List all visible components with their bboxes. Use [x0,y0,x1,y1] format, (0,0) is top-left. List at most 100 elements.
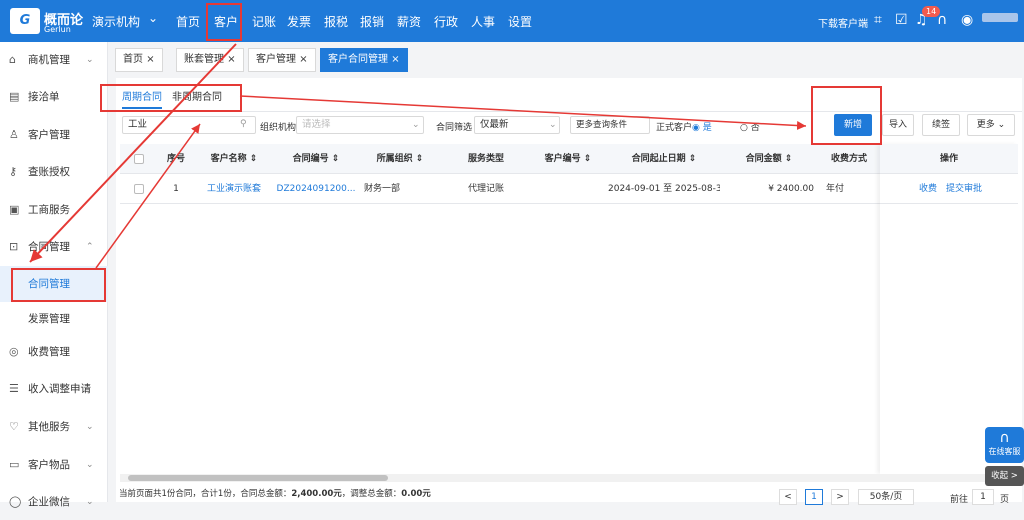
coin-icon: ◎ [9,345,19,358]
nav-reimburse[interactable]: 报销 [360,13,384,30]
tab-label: 客户管理 [256,54,296,65]
sidebar-item-label: 收费管理 [28,346,70,358]
user-icon: ♙ [9,128,19,141]
col-customer-no[interactable]: 客户编号 ⇕ [528,144,608,174]
formal-customer-label: 正式客户 [656,123,693,133]
col-label: 客户名称 [210,154,247,164]
sidebar-item-income-adjust[interactable]: ☰ 收入调整申请 [0,371,108,407]
next-page-button[interactable]: > [831,489,849,505]
cell-pay: 年付 [826,184,845,194]
col-label: 合同编号 [292,154,329,164]
col-org[interactable]: 所属组织 ⇕ [356,144,444,174]
page-tabs: 首页 × 账套管理 × 客户管理 × 客户合同管理 × [109,42,1024,76]
col-label: 所属组织 [376,154,413,164]
tab-customer-contracts[interactable]: 客户合同管理 × [320,48,408,72]
import-button[interactable]: 导入 [882,114,914,136]
sidebar-item-contract-group[interactable]: ⊡ 合同管理 ⌃ [0,229,108,265]
highlight-nav-customer [206,3,242,41]
col-period[interactable]: 合同起止日期 ⇕ [608,144,720,174]
radio-no[interactable]: ○ 否 [740,120,760,133]
select-all-checkbox[interactable] [134,154,144,164]
close-icon[interactable]: × [391,54,399,65]
tab-ledger[interactable]: 账套管理 × [176,48,244,72]
search-icon[interactable]: ⚲ [240,119,247,129]
sidebar-item-wecom[interactable]: ◯ 企业微信 ⌄ [0,484,108,520]
renew-button[interactable]: 续签 [922,114,960,136]
filter-label: 合同筛选 [436,123,473,133]
cell-service: 代理记账 [467,184,504,194]
col-index: 序号 [166,154,185,164]
divider [116,111,1022,112]
nav-invoice[interactable]: 发票 [287,13,311,30]
tab-home[interactable]: 首页 × [115,48,163,72]
cell-contract-no[interactable]: DZ2024091200... [276,174,356,204]
nav-tax[interactable]: 报税 [324,13,348,30]
username-blurred[interactable] [982,13,1018,22]
sidebar-item-intake[interactable]: ▤ 接洽单 [0,79,108,115]
close-icon[interactable]: × [227,54,235,65]
close-icon[interactable]: × [299,54,307,65]
goto-input[interactable]: 1 [972,489,994,505]
chevron-down-icon[interactable]: ⌄ [148,11,158,25]
org-select[interactable]: 请选择 [296,116,424,134]
online-service-button[interactable]: ∩ 在线客服 [985,427,1024,463]
top-bar: G 概而论 Gerlun 演示机构 ⌄ 首页 客户 记账 发票 报税 报销 薪资… [0,0,1024,42]
sidebar-item-label: 其他服务 [28,421,70,433]
filter-select[interactable]: 仅最新 [474,116,560,134]
sidebar-item-label: 收入调整申请 [28,383,91,395]
box-icon: ▭ [9,458,20,471]
col-contract-no[interactable]: 合同编号 ⇕ [276,144,356,174]
scrollbar-thumb[interactable] [128,475,388,481]
doc-icon: ▤ [9,90,20,103]
more-label: 更多 [976,120,995,130]
highlight-contract-management [11,268,106,302]
sidebar-item-label: 查账授权 [28,166,70,178]
collapse-button[interactable]: 收起 > [985,466,1024,486]
summary-adj: 0.00元 [401,489,431,499]
chevron-down-icon: ⌄ [412,120,420,130]
nav-settings[interactable]: 设置 [508,13,532,30]
page-1-button[interactable]: 1 [805,489,823,505]
headset-icon[interactable]: ∩ [937,12,947,28]
scan-icon[interactable]: ⌗ [874,12,882,28]
sidebar-item-audit-auth[interactable]: ⚷ 查账授权 [0,154,108,190]
sidebar-item-charges[interactable]: ◎ 收费管理 [0,334,108,370]
clipboard-icon[interactable]: ☑ [895,12,908,28]
org-selector[interactable]: 演示机构 [92,13,140,30]
radio-yes[interactable]: ◉ 是 [692,120,712,133]
more-button[interactable]: 更多 ⌄ [967,114,1015,136]
close-icon[interactable]: × [146,54,154,65]
download-client-link[interactable]: 下载客户端 [818,15,868,30]
cell-customer[interactable]: 工业演示账套 [192,174,276,204]
sidebar-item-label: 客户管理 [28,129,70,141]
nav-bookkeeping[interactable]: 记账 [252,13,276,30]
page-size-select[interactable]: 50条/页 [858,489,914,505]
sidebar-item-business-service[interactable]: ▣ 工商服务 [0,192,108,228]
horizontal-scrollbar[interactable] [120,474,1018,482]
col-amount[interactable]: 合同金额 ⇕ [720,144,818,174]
prev-page-button[interactable]: < [779,489,797,505]
col-customer[interactable]: 客户名称 ⇕ [192,144,276,174]
row-checkbox[interactable] [134,184,144,194]
search-input[interactable]: 工业 [122,116,256,134]
sidebar-item-opportunity[interactable]: ⌂ 商机管理 ⌄ [0,42,108,78]
sidebar-item-customers[interactable]: ♙ 客户管理 [0,117,108,153]
sidebar-item-other-services[interactable]: ♡ 其他服务 ⌄ [0,409,108,445]
summary-text: 当前页面共1份合同，合计1份，合同总金额： [119,489,292,499]
avatar[interactable]: ◉ [961,12,973,28]
nav-salary[interactable]: 薪资 [397,13,421,30]
sidebar-item-customer-items[interactable]: ▭ 客户物品 ⌄ [0,447,108,483]
more-conditions-button[interactable]: 更多查询条件 [570,116,650,134]
tab-label: 账套管理 [184,54,224,65]
sidebar-item-invoice-management[interactable]: 发票管理 [0,301,108,337]
tab-customers[interactable]: 客户管理 × [248,48,316,72]
chevron-down-icon: ⌄ [86,422,94,432]
sidebar-item-label: 工商服务 [28,204,70,216]
logo: G [10,8,40,34]
brand-sub: Gerlun [44,25,71,34]
nav-hr[interactable]: 人事 [471,13,495,30]
nav-home[interactable]: 首页 [176,13,200,30]
nav-admin[interactable]: 行政 [434,13,458,30]
sidebar-item-label: 客户物品 [28,459,70,471]
summary-footer: 当前页面共1份合同，合计1份，合同总金额：2,400.00元，调整总金额：0.0… [119,487,431,499]
